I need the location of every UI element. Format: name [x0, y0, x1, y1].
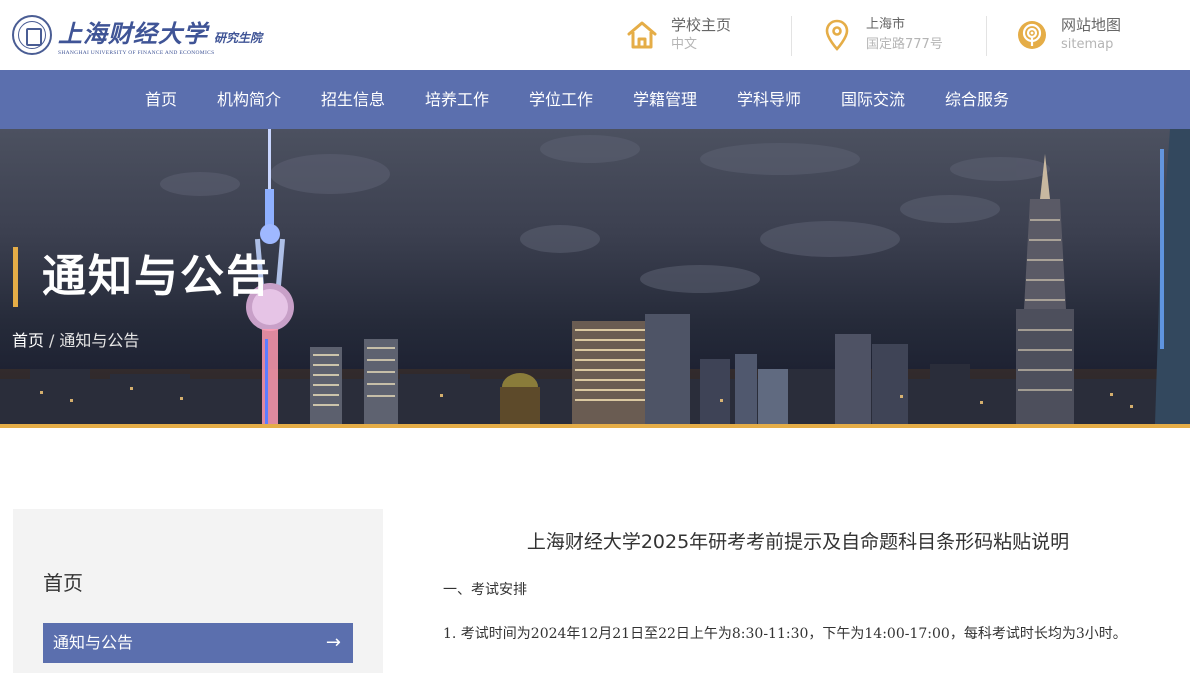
breadcrumb-separator: / [49, 331, 55, 350]
sitemap-sub: sitemap [1061, 37, 1114, 52]
title-accent-bar [13, 247, 18, 307]
jinmao-tower [1016, 154, 1074, 424]
nav-item-international[interactable]: 国际交流 [841, 70, 905, 129]
article-section-heading: 一、考试安排 [443, 582, 527, 598]
banner-accent-line [0, 424, 1190, 428]
nav-item-training[interactable]: 培养工作 [425, 70, 489, 129]
logo-english-name: SHANGHAI UNIVERSITY OF FINANCE AND ECONO… [58, 50, 215, 56]
university-seal-icon [12, 15, 52, 55]
sitemap-link[interactable]: 网站地图 sitemap [1015, 14, 1121, 56]
breadcrumb: 首页 / 通知与公告 [12, 328, 139, 354]
sidebar-heading[interactable]: 首页 [43, 567, 83, 596]
site-header: 上海财经大学 研究生院 SHANGHAI UNIVERSITY OF FINAN… [0, 0, 1190, 70]
nav-item-registration[interactable]: 学籍管理 [633, 70, 697, 129]
sitemap-icon [1015, 18, 1049, 52]
article-paragraph: 1. 考试时间为2024年12月21日至22日上午为8:30-11:30，下午为… [443, 626, 1127, 642]
nav-item-services[interactable]: 综合服务 [945, 70, 1009, 129]
university-logo[interactable]: 上海财经大学 研究生院 SHANGHAI UNIVERSITY OF FINAN… [12, 14, 262, 56]
location-info: 上海市 国定路777号 [820, 14, 943, 56]
nav-item-home[interactable]: 首页 [145, 70, 177, 129]
nav-item-about[interactable]: 机构简介 [217, 70, 281, 129]
breadcrumb-home[interactable]: 首页 [12, 331, 44, 350]
header-divider [986, 16, 987, 56]
nav-item-supervisors[interactable]: 学科导师 [737, 70, 801, 129]
school-home-link[interactable]: 学校主页 中文 [625, 14, 731, 56]
sidebar-item-label: 通知与公告 [53, 633, 134, 652]
logo-name: 上海财经大学 [58, 19, 208, 48]
nav-item-admissions[interactable]: 招生信息 [321, 70, 385, 129]
page-title: 通知与公告 [42, 251, 272, 302]
location-address: 国定路777号 [866, 37, 943, 52]
school-home-label: 学校主页 [671, 16, 732, 34]
article-title: 上海财经大学2025年研考考前提示及自命题科目条形码粘贴说明 [526, 531, 1070, 553]
location-city: 上海市 [866, 17, 906, 32]
home-icon [625, 18, 659, 52]
school-home-sub: 中文 [671, 37, 698, 52]
logo-subtitle: 研究生院 [214, 31, 263, 45]
sitemap-label: 网站地图 [1061, 16, 1122, 34]
sidebar-item-notices[interactable]: 通知与公告 → [43, 623, 353, 663]
header-divider [791, 16, 792, 56]
arrow-right-icon: → [325, 632, 341, 653]
sidebar: 首页 通知与公告 → [13, 509, 383, 673]
nav-item-degree[interactable]: 学位工作 [529, 70, 593, 129]
breadcrumb-current[interactable]: 通知与公告 [59, 331, 139, 350]
map-pin-icon [820, 18, 854, 52]
main-nav: 首页 机构简介 招生信息 培养工作 学位工作 学籍管理 学科导师 国际交流 综合… [0, 70, 1190, 129]
